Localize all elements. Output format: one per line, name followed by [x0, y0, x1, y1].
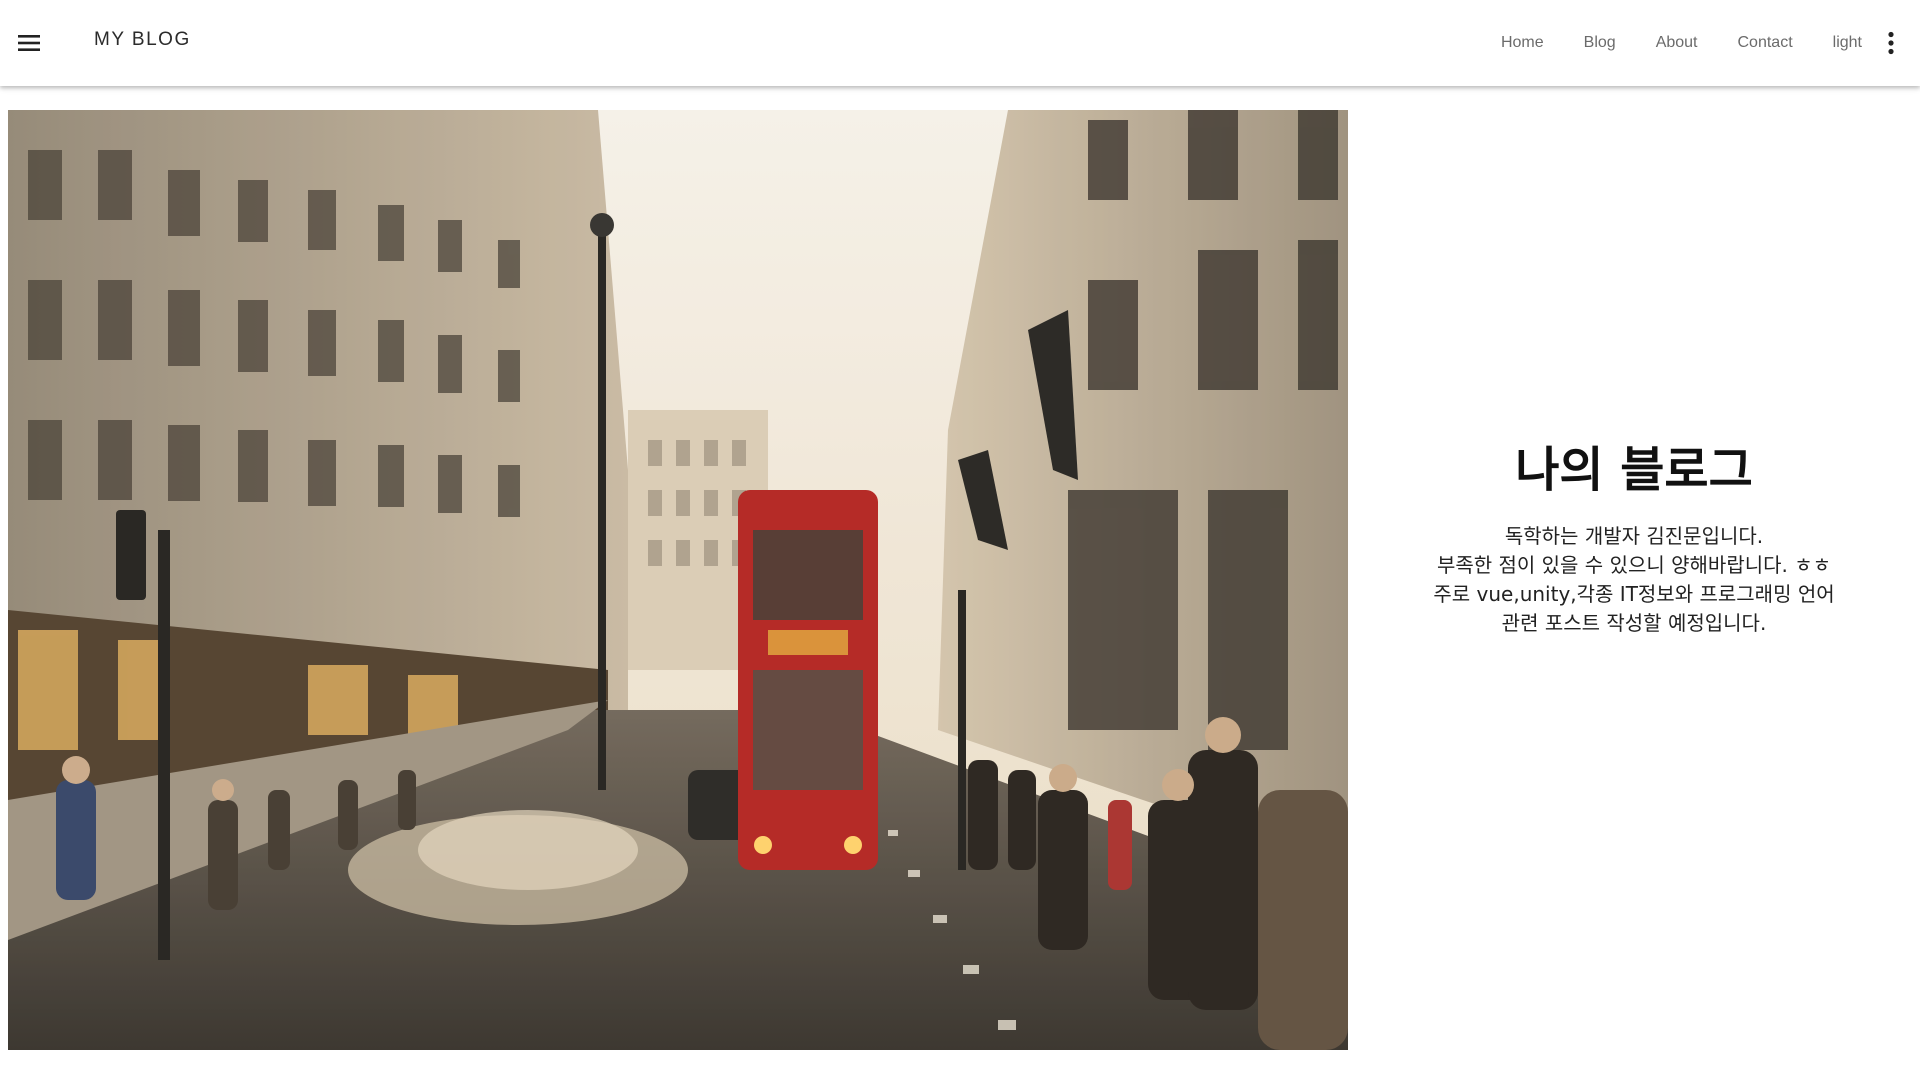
site-title[interactable]: MY BLOG — [94, 29, 191, 51]
hamburger-menu-icon[interactable] — [8, 22, 50, 64]
app-bar: MY BLOG Home Blog About Contact light — [0, 0, 1920, 86]
hero-image — [8, 110, 1348, 1050]
nav-home[interactable]: Home — [1501, 34, 1544, 52]
intro-title: 나의 블로그 — [1515, 442, 1753, 498]
intro-line: 독학하는 개발자 김진문입니다. — [1504, 524, 1764, 548]
intro-line: 주로 vue,unity,각종 IT정보와 프로그래밍 언어 — [1433, 582, 1835, 606]
nav-blog[interactable]: Blog — [1584, 34, 1616, 52]
top-nav: Home Blog About Contact light — [1461, 0, 1862, 86]
nav-about[interactable]: About — [1656, 34, 1698, 52]
intro-line: 부족한 점이 있을 수 있으니 양해바랍니다. ㅎㅎ — [1436, 553, 1832, 577]
intro-section: 나의 블로그 독학하는 개발자 김진문입니다. 부족한 점이 있을 수 있으니 … — [1348, 430, 1920, 638]
intro-line: 관련 포스트 작성할 예정입니다. — [1501, 611, 1767, 635]
nav-contact[interactable]: Contact — [1738, 34, 1793, 52]
nav-theme-toggle[interactable]: light — [1833, 34, 1862, 52]
more-vertical-icon[interactable] — [1870, 22, 1912, 64]
